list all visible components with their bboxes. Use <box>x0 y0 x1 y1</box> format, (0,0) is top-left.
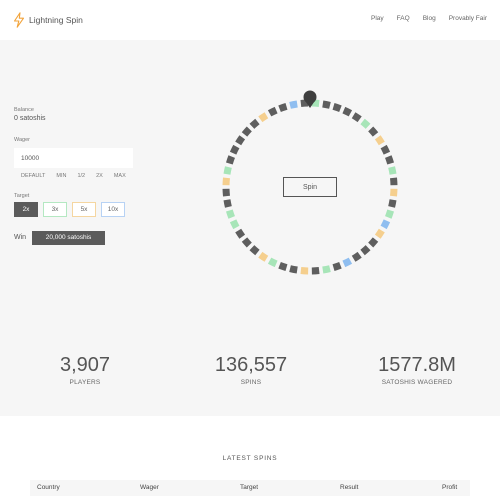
brand-logo[interactable]: Lightning Spin <box>13 12 83 28</box>
balance-label: Balance <box>14 107 34 113</box>
wheel-segment-gray <box>380 144 391 155</box>
wheel-segment-green <box>322 265 331 274</box>
wheel-segment-blue <box>289 100 298 109</box>
wheel-segment-gray <box>360 245 371 256</box>
nav-provably-fair[interactable]: Provably Fair <box>449 15 487 22</box>
nav-blog[interactable]: Blog <box>423 15 436 22</box>
wager-input[interactable] <box>14 148 133 168</box>
wheel-segment-gray <box>267 106 278 117</box>
players-label: PLAYERS <box>69 379 101 386</box>
wheel-segment-blue <box>380 219 391 230</box>
preset-max[interactable]: MAX <box>114 173 126 179</box>
stat-spins: 136,557 SPINS <box>176 354 326 386</box>
spins-label: SPINS <box>240 379 262 386</box>
target-5x-button[interactable]: 5x <box>72 202 96 217</box>
wheel-segment-orange <box>374 135 385 146</box>
wheel-segment-gray <box>322 100 331 109</box>
column-wager: Wager <box>140 484 159 491</box>
latest-spins-title: LATEST SPINS <box>222 455 278 462</box>
column-country: Country <box>37 484 60 491</box>
wheel-segment-gray <box>388 199 397 208</box>
column-profit: Profit <box>442 484 458 491</box>
wheel-segment-green <box>360 118 371 129</box>
nav-play[interactable]: Play <box>371 15 384 22</box>
wheel-segment-green <box>267 257 278 268</box>
wheel-segment-gray <box>241 126 252 137</box>
wheel-segment-gray <box>241 237 252 248</box>
wagered-amount: 1577.8M <box>378 354 456 376</box>
wheel-segment-gray <box>235 228 246 239</box>
target-2x-button[interactable]: 2x <box>14 202 38 217</box>
wheel-segment-gray <box>249 245 260 256</box>
column-result: Result <box>340 484 359 491</box>
spin-button[interactable]: Spin <box>283 177 337 197</box>
wheel-segment-green <box>229 219 240 230</box>
lightning-bolt-icon <box>13 12 25 28</box>
preset-half[interactable]: 1/2 <box>77 173 85 179</box>
wheel-segment-gray <box>289 265 298 274</box>
wheel-segment-gray <box>249 118 260 129</box>
site-header: Lightning Spin Play FAQ Blog Provably Fa… <box>0 0 500 40</box>
brand-name: Lightning Spin <box>29 15 83 25</box>
wheel-segment-green <box>223 166 232 175</box>
preset-default[interactable]: DEFAULT <box>21 173 45 179</box>
wheel-segment-green <box>388 166 397 175</box>
wheel-segment-orange <box>374 228 385 239</box>
preset-double[interactable]: 2X <box>96 173 103 179</box>
wheel-segment-gray <box>226 155 235 165</box>
wheel-segment-gray <box>351 251 362 262</box>
players-count: 3,907 <box>59 354 111 376</box>
wheel-segment-gray <box>332 262 342 271</box>
target-3x-button[interactable]: 3x <box>43 202 67 217</box>
wheel-segment-gray <box>332 103 342 112</box>
target-selector: 2x 3x 5x 10x <box>14 202 130 217</box>
wheel-segment-gray <box>229 144 240 155</box>
stat-wagered: 1577.8M SATOSHIS WAGERED <box>342 354 492 386</box>
stat-players: 3,907 PLAYERS <box>10 354 160 386</box>
wheel-segment-gray <box>385 155 394 165</box>
wheel-segment-gray <box>368 237 379 248</box>
target-label: Target <box>14 193 30 199</box>
wager-label: Wager <box>14 137 30 143</box>
main-nav: Play FAQ Blog Provably Fair <box>358 15 487 22</box>
column-target: Target <box>240 484 259 491</box>
wheel-segment-gray <box>278 103 288 112</box>
wheel-segment-orange <box>258 112 269 123</box>
win-amount: 20,000 satoshis <box>32 231 105 245</box>
win-label: Win <box>14 234 27 241</box>
wheel-segment-gray <box>351 112 362 123</box>
wagered-label: SATOSHIS WAGERED <box>381 379 453 386</box>
balance-value: 0 satoshis <box>14 115 46 122</box>
wheel-segment-green <box>226 209 235 219</box>
spins-count: 136,557 <box>214 354 288 376</box>
wheel-segment-gray <box>368 126 379 137</box>
preset-min[interactable]: MIN <box>56 173 66 179</box>
wheel-segment-orange <box>258 251 269 262</box>
wager-presets: DEFAULT MIN 1/2 2X MAX <box>21 173 137 179</box>
wheel-segment-green <box>385 209 394 219</box>
wheel-segment-gray <box>235 135 246 146</box>
wheel-segment-blue <box>342 257 353 268</box>
nav-faq[interactable]: FAQ <box>397 15 410 22</box>
latest-spins-header: Country Wager Target Result Profit <box>30 480 470 496</box>
wheel-segment-gray <box>342 106 353 117</box>
wheel-segment-gray <box>278 262 288 271</box>
wheel-segment-gray <box>223 199 232 208</box>
target-10x-button[interactable]: 10x <box>101 202 125 217</box>
